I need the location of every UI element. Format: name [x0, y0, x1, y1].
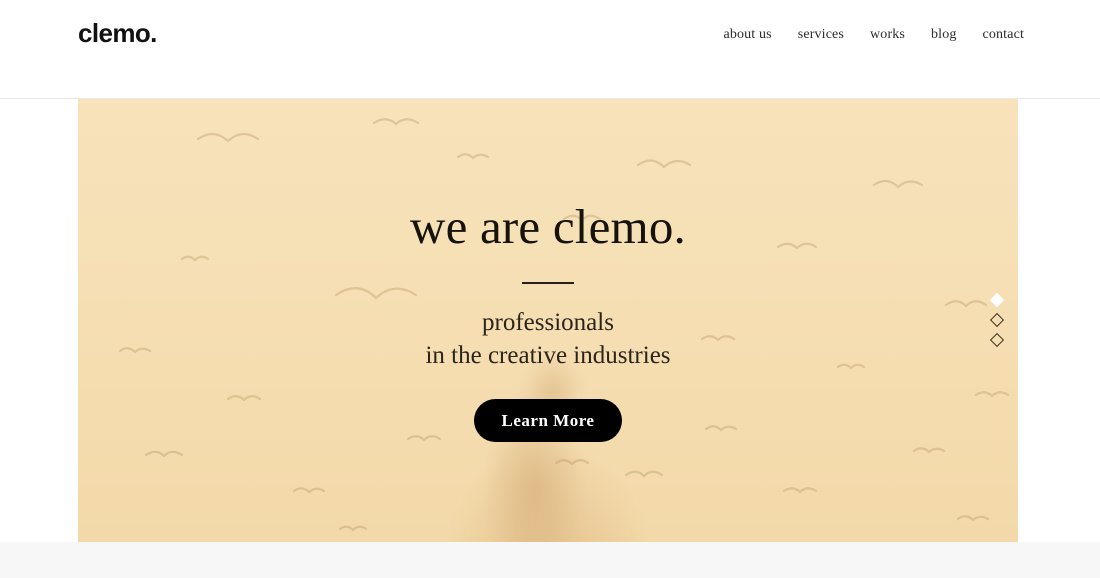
hero-divider	[522, 282, 574, 284]
next-section-strip	[0, 542, 1100, 578]
nav-link-services[interactable]: services	[798, 27, 844, 44]
logo-clemo[interactable]: clemo.	[78, 20, 157, 46]
nav-link-about-us[interactable]: about us	[723, 27, 771, 44]
hero-subtitle-line-1: professionals	[482, 309, 614, 336]
slider-dot-3[interactable]	[989, 332, 1005, 348]
nav-link-blog[interactable]: blog	[931, 27, 957, 44]
hero-content: we are clemo. professionals in the creat…	[78, 99, 1018, 542]
main-navigation: about us services works blog contact	[723, 27, 1024, 44]
learn-more-button[interactable]: Learn More	[474, 399, 622, 442]
slider-dot-1[interactable]	[989, 292, 1005, 308]
hero-section: we are clemo. professionals in the creat…	[78, 99, 1018, 542]
page-root: clemo. about us services works blog cont…	[0, 0, 1100, 578]
slider-pagination	[989, 292, 1005, 348]
hero-subtitle-line-2: in the creative industries	[425, 342, 671, 369]
hero-title: we are clemo.	[409, 199, 687, 254]
slider-dot-2[interactable]	[989, 312, 1005, 328]
nav-link-contact[interactable]: contact	[983, 27, 1024, 44]
site-header: clemo. about us services works blog cont…	[0, 0, 1100, 99]
nav-link-works[interactable]: works	[870, 27, 905, 44]
hero-subtitle: professionals in the creative industries	[425, 306, 670, 372]
